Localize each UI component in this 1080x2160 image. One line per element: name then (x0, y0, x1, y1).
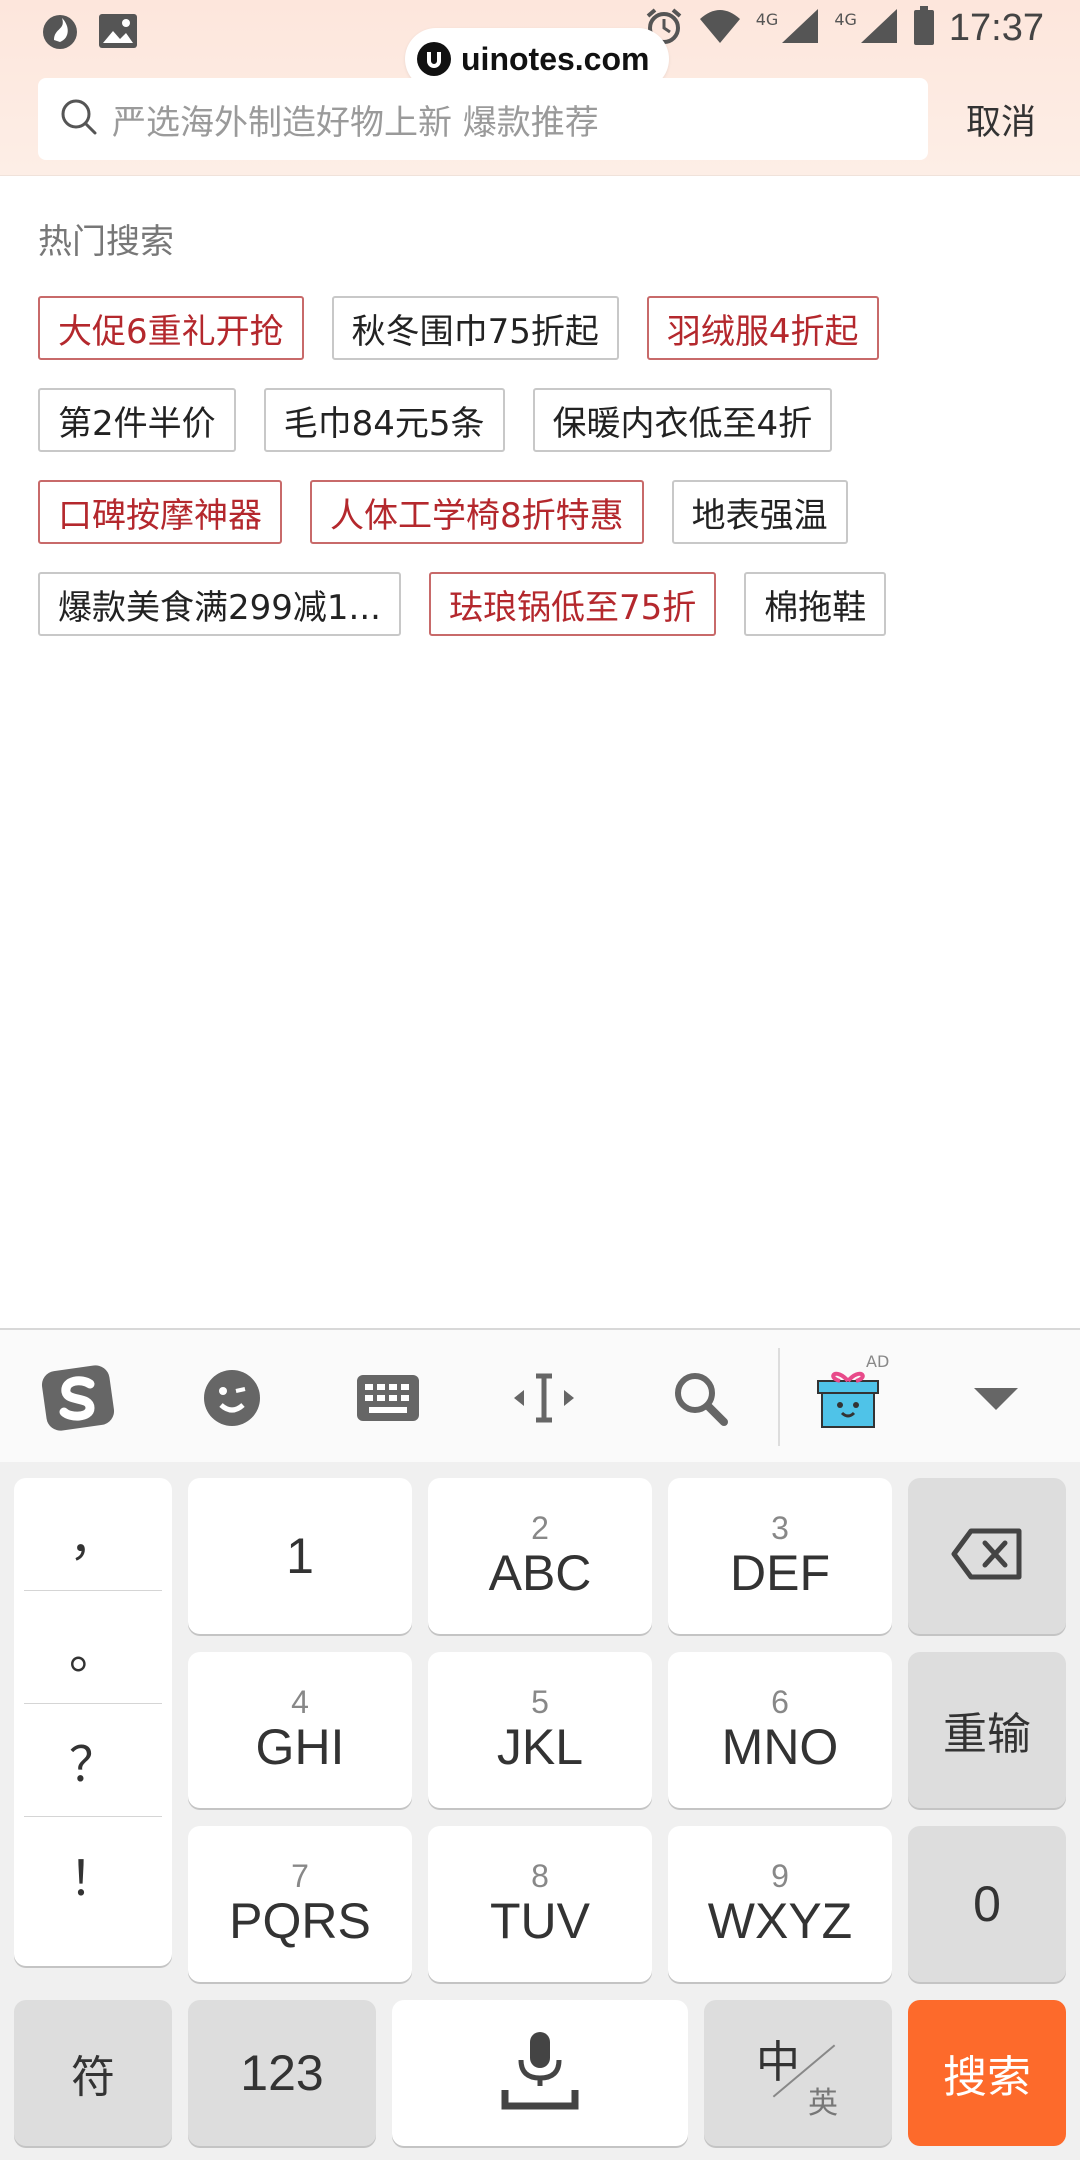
status-time: 17:37 (948, 6, 1044, 49)
microphone-icon (495, 2026, 585, 2120)
cancel-button[interactable]: 取消 (966, 94, 1036, 145)
backspace-icon (951, 1528, 1023, 1584)
symbol-label: 符 (71, 2052, 115, 2103)
hot-search-tag[interactable]: 大促6重礼开抢 (38, 296, 304, 360)
wifi-icon (698, 7, 742, 49)
collapse-keyboard-icon[interactable] (954, 1358, 1038, 1438)
keyboard-toolbar: AD (0, 1328, 1080, 1462)
header: 4G 4G 17:37 uinotes.com 严选海外制造好物上新 爆款推荐 … (0, 0, 1080, 176)
key-6-label: MNO (721, 1719, 839, 1775)
backspace-key[interactable] (908, 1478, 1066, 1634)
battery-icon (913, 6, 935, 50)
key-6[interactable]: 6 MNO (668, 1652, 892, 1808)
hot-search-tag[interactable]: 棉拖鞋 (744, 572, 887, 636)
hot-search-tag[interactable]: 地表强温 (671, 480, 848, 544)
keyboard: AD ， 。 ？ ！ 1 2 ABC 3 DEF 4 GHI 5 JKL 6 M… (0, 1328, 1080, 2160)
number-mode-label: 123 (240, 2045, 324, 2101)
key-2-label: ABC (488, 1545, 592, 1601)
punct-key-exclaim[interactable]: ！ (24, 1817, 162, 1930)
keyboard-layout-icon[interactable] (346, 1358, 430, 1438)
hot-search-tag[interactable]: 口碑按摩神器 (38, 480, 282, 544)
hot-search-tag[interactable]: 爆款美食满299减1... (38, 572, 401, 636)
search-placeholder: 严选海外制造好物上新 爆款推荐 (112, 102, 599, 143)
key-7-num: 7 (291, 1858, 309, 1894)
key-8-label: TUV (490, 1893, 590, 1949)
key-8[interactable]: 8 TUV (428, 1826, 652, 1982)
sogou-logo-icon[interactable] (36, 1358, 120, 1438)
hot-search-tag[interactable]: 保暖内衣低至4折 (532, 388, 833, 452)
key-5[interactable]: 5 JKL (428, 1652, 652, 1808)
key-4-num: 4 (291, 1684, 309, 1720)
hot-search-tag[interactable]: 第2件半价 (38, 388, 236, 452)
hot-search-row: 大促6重礼开抢 秋冬围巾75折起 羽绒服4折起 (38, 296, 1048, 360)
key-7[interactable]: 7 PQRS (188, 1826, 412, 1982)
signal-icon-2 (859, 7, 899, 49)
image-icon (98, 13, 138, 53)
key-2[interactable]: 2 ABC (428, 1478, 652, 1634)
cursor-move-icon[interactable] (502, 1358, 586, 1438)
key-3[interactable]: 3 DEF (668, 1478, 892, 1634)
hot-search-row: 爆款美食满299减1... 珐琅锅低至75折 棉拖鞋 (38, 572, 1048, 636)
key-9-label: WXYZ (707, 1893, 853, 1949)
key-8-num: 8 (531, 1858, 549, 1894)
key-4[interactable]: 4 GHI (188, 1652, 412, 1808)
key-3-num: 3 (771, 1510, 789, 1546)
lang-en-label: 英 (808, 2086, 838, 2121)
hot-search-row: 口碑按摩神器 人体工学椅8折特惠 地表强温 (38, 480, 1048, 544)
punct-key-period[interactable]: 。 (24, 1591, 162, 1704)
language-switch-key[interactable]: 中 英 (704, 2000, 892, 2146)
ad-label: AD (866, 1352, 890, 1371)
punctuation-column: ， 。 ？ ！ (14, 1478, 172, 1966)
hot-search-tag[interactable]: 珐琅锅低至75折 (428, 572, 717, 636)
reenter-key[interactable]: 重输 (908, 1652, 1066, 1808)
hot-search-title: 热门搜索 (38, 222, 174, 262)
emoji-icon[interactable] (190, 1358, 274, 1438)
watermark-text: uinotes.com (461, 40, 650, 77)
key-3-label: DEF (730, 1545, 830, 1601)
app-notification-icon (40, 10, 80, 56)
watermark-logo-icon (417, 42, 451, 76)
key-5-num: 5 (531, 1684, 549, 1720)
space-voice-key[interactable] (392, 2000, 688, 2146)
symbol-key[interactable]: 符 (14, 2000, 172, 2146)
key-2-num: 2 (531, 1510, 549, 1546)
search-input[interactable]: 严选海外制造好物上新 爆款推荐 (38, 78, 928, 160)
key-1[interactable]: 1 (188, 1478, 412, 1634)
key-5-label: JKL (496, 1719, 584, 1775)
number-mode-key[interactable]: 123 (188, 2000, 376, 2146)
key-0[interactable]: 0 (908, 1826, 1066, 1982)
hot-search-tag[interactable]: 人体工学椅8折特惠 (310, 480, 644, 544)
punct-key-comma[interactable]: ， (24, 1478, 162, 1591)
hot-search-row: 第2件半价 毛巾84元5条 保暖内衣低至4折 (38, 388, 1048, 452)
key-0-label: 0 (973, 1876, 1001, 1932)
key-9[interactable]: 9 WXYZ (668, 1826, 892, 1982)
network-type-1: 4G (755, 10, 779, 29)
signal-icon (780, 7, 820, 49)
search-icon (60, 98, 98, 140)
toolbar-divider (778, 1348, 780, 1446)
key-6-num: 6 (771, 1684, 789, 1720)
key-4-label: GHI (255, 1719, 345, 1775)
reenter-label: 重输 (943, 1709, 1031, 1760)
search-submit-key[interactable]: 搜索 (908, 2000, 1066, 2146)
keyboard-search-icon[interactable] (658, 1358, 742, 1438)
hot-search-tags: 大促6重礼开抢 秋冬围巾75折起 羽绒服4折起 第2件半价 毛巾84元5条 保暖内衣低至4… (38, 296, 1048, 664)
hot-search-tag[interactable]: 毛巾84元5条 (263, 388, 505, 452)
punct-key-question[interactable]: ？ (24, 1704, 162, 1817)
network-type-2: 4G (834, 10, 857, 29)
hot-search-tag[interactable]: 秋冬围巾75折起 (331, 296, 619, 360)
hot-search-tag[interactable]: 羽绒服4折起 (646, 296, 879, 360)
key-9-num: 9 (771, 1858, 789, 1894)
key-7-label: PQRS (229, 1893, 371, 1949)
key-1-label: 1 (286, 1528, 314, 1584)
